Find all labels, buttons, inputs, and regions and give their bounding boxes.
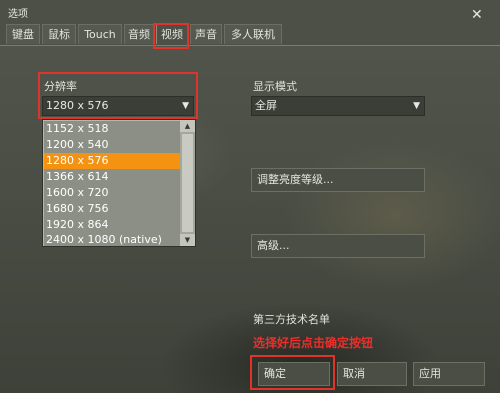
brightness-button[interactable]: 调整亮度等级... bbox=[251, 168, 425, 192]
cancel-button[interactable]: 取消 bbox=[337, 362, 407, 386]
dialog-title: 选项 bbox=[8, 9, 28, 20]
tab-mouse[interactable]: 鼠标 bbox=[42, 24, 76, 44]
resolution-highlight bbox=[38, 72, 198, 119]
tab-touch[interactable]: Touch bbox=[78, 24, 122, 44]
apply-button[interactable]: 应用 bbox=[413, 362, 485, 386]
resolution-option[interactable]: 1200 x 540 bbox=[44, 137, 180, 153]
resolution-option[interactable]: 1680 x 756 bbox=[44, 201, 180, 217]
resolution-scrollbar[interactable]: ▲ ▼ bbox=[180, 120, 195, 246]
display-mode-dropdown[interactable]: 全屏 ▼ bbox=[251, 96, 425, 116]
close-icon[interactable]: ✕ bbox=[471, 8, 483, 22]
third-party-link[interactable]: 第三方技术名单 bbox=[253, 311, 330, 327]
resolution-option[interactable]: 1366 x 614 bbox=[44, 169, 180, 185]
display-mode-selected-value: 全屏 bbox=[255, 99, 277, 112]
tab-divider bbox=[0, 45, 500, 46]
resolution-option-selected[interactable]: 1280 x 576 bbox=[44, 153, 180, 169]
video-tab-highlight bbox=[153, 23, 189, 49]
scroll-down-icon[interactable]: ▼ bbox=[180, 234, 195, 246]
resolution-option[interactable]: 1152 x 518 bbox=[44, 121, 180, 137]
resolution-option[interactable]: 2400 x 1080 (native) bbox=[44, 233, 180, 246]
tab-multiplayer[interactable]: 多人联机 bbox=[224, 24, 282, 44]
scrollbar-thumb[interactable] bbox=[182, 134, 193, 232]
dropdown-arrow-icon: ▼ bbox=[413, 101, 420, 111]
display-mode-label: 显示模式 bbox=[253, 80, 297, 93]
tab-audio[interactable]: 音频 bbox=[124, 24, 154, 44]
advanced-button[interactable]: 高级... bbox=[251, 234, 425, 258]
resolution-list: 1152 x 518 1200 x 540 1280 x 576 1366 x … bbox=[42, 119, 196, 247]
instruction-annotation: 选择好后点击确定按钮 bbox=[253, 336, 374, 350]
options-dialog: E 选项 ✕ 键盘 鼠标 Touch 音频 视频 声音 多人联机 分辨率 128… bbox=[0, 0, 500, 393]
tab-keyboard[interactable]: 键盘 bbox=[6, 24, 40, 44]
resolution-option[interactable]: 1600 x 720 bbox=[44, 185, 180, 201]
scroll-up-icon[interactable]: ▲ bbox=[180, 120, 195, 132]
ok-button-highlight bbox=[250, 355, 335, 390]
tab-sound[interactable]: 声音 bbox=[190, 24, 222, 44]
resolution-option[interactable]: 1920 x 864 bbox=[44, 217, 180, 233]
